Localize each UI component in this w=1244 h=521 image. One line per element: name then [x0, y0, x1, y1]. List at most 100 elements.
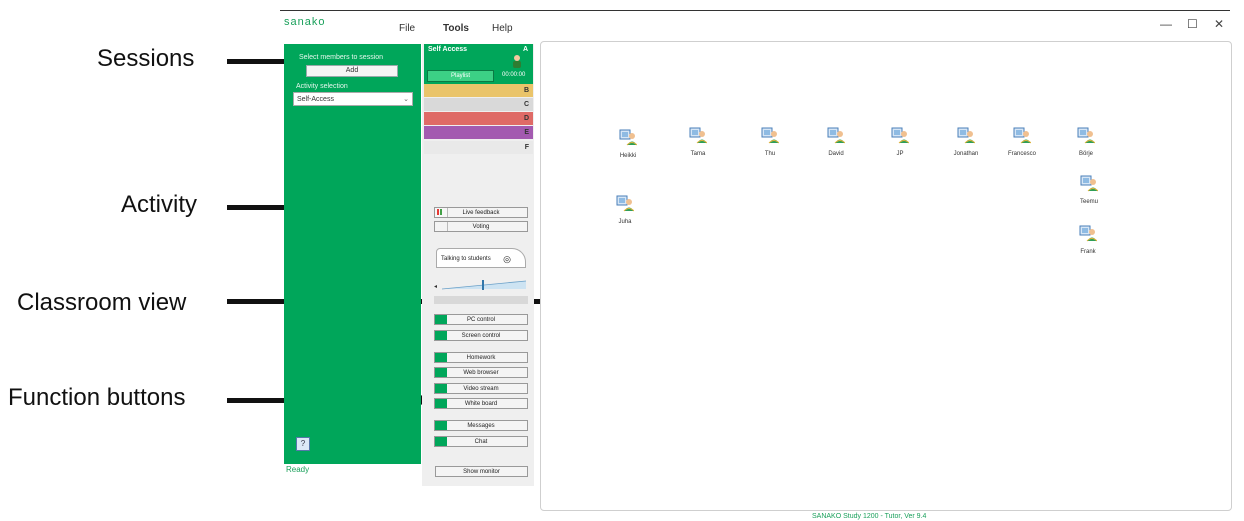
chat-icon [435, 437, 447, 446]
messages-button[interactable]: Messages [434, 420, 528, 431]
web-browser-button[interactable]: Web browser [434, 367, 528, 378]
menu-tools[interactable]: Tools [443, 23, 469, 34]
pc-control-label: PC control [466, 317, 495, 323]
live-feedback-label: Live feedback [462, 210, 500, 216]
homework-icon [435, 353, 447, 362]
white-board-icon [435, 399, 447, 408]
student-name: Tama [690, 151, 706, 157]
help-icon[interactable]: ? [296, 437, 310, 451]
voting-icon [435, 222, 448, 231]
menu-file[interactable]: File [399, 23, 415, 34]
student-icon [1080, 175, 1099, 192]
student-icon [616, 195, 635, 212]
chevron-down-icon: ⌄ [403, 96, 409, 103]
voting-label: Voting [472, 224, 490, 230]
student-icon [1079, 225, 1098, 242]
homework-label: Homework [466, 355, 496, 361]
activity-select[interactable]: Self-Access ⌄ [293, 92, 413, 106]
footer-version: SANAKO Study 1200 - Tutor, Ver 9.4 [812, 513, 927, 520]
student-workstation[interactable]: Tama [678, 126, 718, 157]
session-d[interactable]: D [424, 112, 533, 125]
screen-control-button[interactable]: Screen control [434, 330, 528, 341]
annotation-sessions: Sessions [97, 45, 195, 72]
student-name: Thu [764, 151, 776, 157]
student-name: Börje [1078, 151, 1093, 157]
activity-select-value: Self-Access [297, 96, 334, 103]
student-workstation[interactable]: Börje [1066, 126, 1106, 157]
session-c[interactable]: C [424, 98, 533, 111]
student-name: Francesco [1007, 151, 1036, 157]
video-stream-label: Video stream [463, 386, 499, 392]
activity-selection-label: Activity selection [296, 83, 348, 90]
menu-help[interactable]: Help [492, 23, 513, 34]
session-letter: D [523, 115, 529, 122]
video-stream-button[interactable]: Video stream [434, 383, 528, 394]
teacher-avatar-icon [513, 55, 521, 68]
chat-button[interactable]: Chat [434, 436, 528, 447]
student-workstation[interactable]: Thu [750, 126, 790, 157]
student-workstation[interactable]: Juha [605, 194, 645, 225]
student-workstation[interactable]: Francesco [1002, 126, 1042, 157]
headset-icon: ◎ [503, 254, 511, 264]
session-letter: B [523, 87, 529, 94]
student-name: David [828, 151, 844, 157]
sanako-logo: sanako [284, 16, 326, 28]
volume-slider[interactable]: ◂ [434, 280, 528, 290]
web-browser-icon [435, 368, 447, 377]
session-e[interactable]: E [424, 126, 533, 139]
student-name: Teemu [1079, 199, 1098, 205]
talking-to-students-tab[interactable]: Talking to students ◎ [436, 248, 526, 268]
student-icon [1077, 127, 1096, 144]
svg-text:◂: ◂ [434, 284, 437, 290]
student-workstation[interactable]: Teemu [1069, 174, 1109, 205]
screen-control-icon [435, 331, 447, 340]
live-feedback-icon [435, 208, 448, 217]
window-top-border [280, 10, 1230, 11]
student-icon [827, 127, 846, 144]
homework-button[interactable]: Homework [434, 352, 528, 363]
student-name: Jonathan [953, 151, 979, 157]
show-monitor-button[interactable]: Show monitor [435, 466, 528, 477]
classroom-view [540, 41, 1232, 511]
white-board-label: White board [464, 401, 498, 407]
student-name: Heikki [619, 153, 637, 159]
student-workstation[interactable]: David [816, 126, 856, 157]
messages-icon [435, 421, 447, 430]
white-board-button[interactable]: White board [434, 398, 528, 409]
annotation-classroom-view: Classroom view [17, 289, 187, 316]
student-name: JP [896, 151, 904, 157]
chat-label: Chat [474, 439, 488, 445]
student-icon [619, 129, 638, 146]
annotation-function-buttons: Function buttons [8, 384, 186, 411]
session-a-letter: A [523, 46, 529, 53]
student-workstation[interactable]: JP [880, 126, 920, 157]
select-members-label: Select members to session [299, 54, 384, 61]
student-workstation[interactable]: Heikki [608, 128, 648, 159]
session-a-title: Self Access [428, 46, 468, 53]
student-workstation[interactable]: Frank [1068, 224, 1108, 255]
close-icon[interactable]: ✕ [1214, 17, 1224, 31]
session-timer: 00:00:00 [502, 72, 526, 78]
maximize-icon[interactable]: ☐ [1187, 17, 1198, 31]
student-icon [891, 127, 910, 144]
session-letter: E [524, 129, 529, 136]
student-icon [689, 127, 708, 144]
activity-panel [284, 44, 421, 464]
student-icon [1013, 127, 1032, 144]
add-button[interactable]: Add [306, 65, 398, 77]
session-b[interactable]: B [424, 84, 533, 97]
session-letter: F [524, 144, 529, 151]
student-icon [957, 127, 976, 144]
menu-bar [280, 12, 1244, 40]
voting-button[interactable]: Voting [434, 221, 528, 232]
session-f[interactable]: F [424, 141, 533, 154]
live-feedback-button[interactable]: Live feedback [434, 207, 528, 218]
playlist-button[interactable]: Playlist [427, 70, 494, 82]
minimize-icon[interactable]: — [1160, 17, 1172, 31]
pc-control-button[interactable]: PC control [434, 314, 528, 325]
session-letter: C [523, 101, 529, 108]
annotation-activity: Activity [121, 191, 198, 218]
talking-to-students-label: Talking to students [441, 256, 491, 262]
student-workstation[interactable]: Jonathan [946, 126, 986, 157]
messages-label: Messages [467, 423, 495, 429]
